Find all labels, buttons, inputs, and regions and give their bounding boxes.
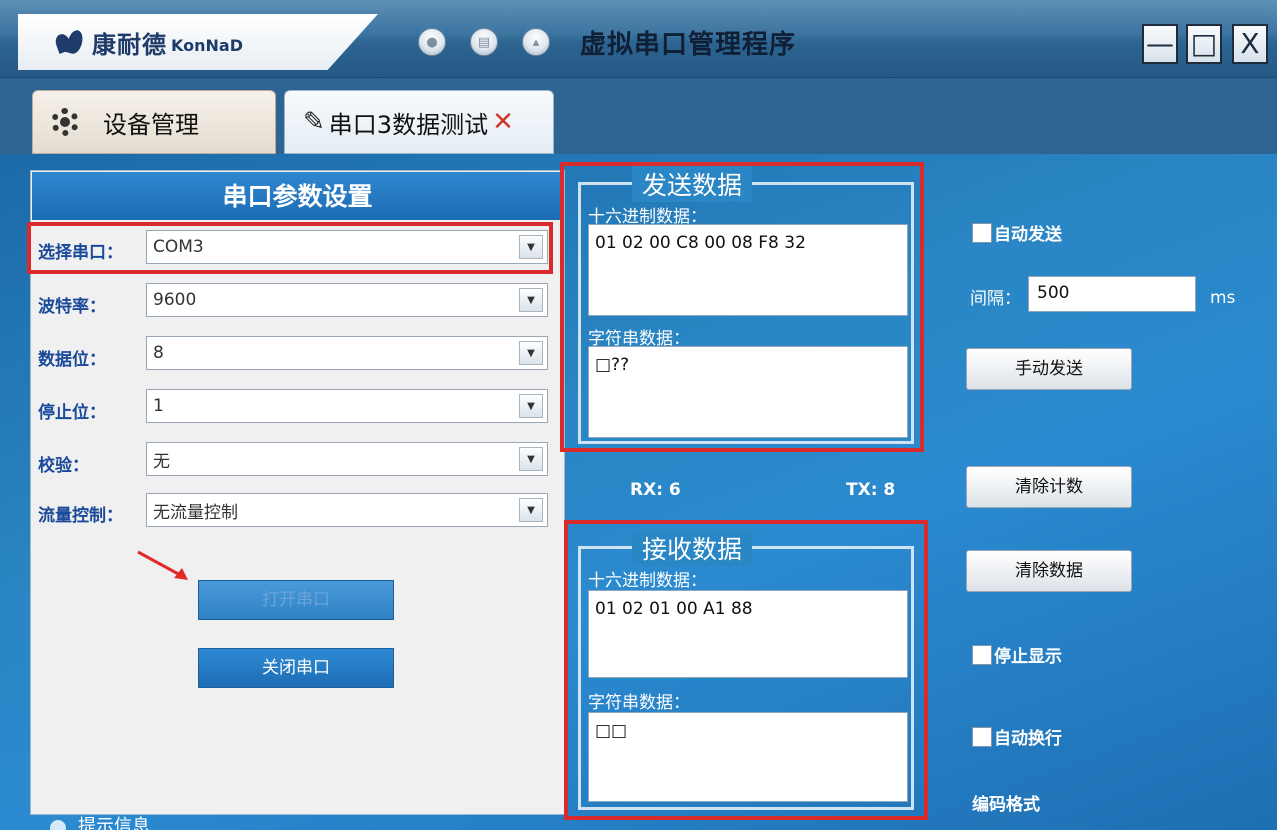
- auto-wrap-checkbox[interactable]: 自动换行: [972, 724, 1062, 749]
- tab-device-management[interactable]: 设备管理: [32, 90, 276, 154]
- baud-label: 波特率：: [38, 297, 106, 317]
- port-label: 选择串口：: [38, 243, 123, 263]
- chevron-down-icon[interactable]: ▼: [519, 498, 543, 522]
- stop-bits-value: 1: [153, 396, 164, 416]
- interval-unit: ms: [1210, 288, 1236, 308]
- clear-count-button[interactable]: 清除计数: [966, 466, 1132, 508]
- receive-str-label: 字符串数据：: [588, 693, 690, 713]
- checkbox-box[interactable]: [972, 222, 992, 243]
- send-title: 发送数据: [632, 166, 753, 202]
- parity-value: 无: [153, 451, 170, 472]
- maximize-button[interactable]: □: [1186, 24, 1222, 64]
- stop-display-label: 停止显示: [994, 647, 1062, 667]
- parity-select[interactable]: 无 ▼: [146, 442, 548, 476]
- lock-icon[interactable]: ▴: [522, 28, 550, 56]
- logo-english: KonNaD: [171, 35, 243, 55]
- port-value: COM3: [153, 237, 204, 257]
- parity-label: 校验：: [38, 456, 89, 476]
- interval-label: 间隔：: [970, 289, 1021, 309]
- tab-label: 串口3数据测试: [328, 110, 489, 139]
- flow-control-value: 无流量控制: [153, 502, 238, 523]
- stop-bits-label: 停止位：: [38, 403, 106, 423]
- flow-control-select[interactable]: 无流量控制 ▼: [146, 493, 548, 527]
- interval-input[interactable]: 500: [1028, 276, 1196, 312]
- close-tab-icon[interactable]: ✕: [492, 107, 514, 137]
- data-bits-value: 8: [153, 343, 164, 363]
- manual-send-button[interactable]: 手动发送: [966, 348, 1132, 390]
- flow-control-label: 流量控制：: [38, 506, 123, 526]
- auto-send-checkbox[interactable]: 自动发送: [972, 220, 1062, 245]
- tab-label: 设备管理: [103, 110, 199, 139]
- gear-icon: [51, 108, 79, 136]
- data-bits-label: 数据位：: [38, 350, 106, 370]
- tab-serial-test[interactable]: ✎ 串口3数据测试 ✕: [284, 90, 554, 154]
- receive-hex-label: 十六进制数据：: [588, 571, 707, 591]
- tab-strip: 设备管理 ✎ 串口3数据测试 ✕: [0, 78, 1277, 154]
- tx-counter: TX: 8: [846, 480, 896, 500]
- checkbox-box[interactable]: [972, 726, 992, 747]
- app-title: 虚拟串口管理程序: [580, 30, 797, 60]
- baud-select[interactable]: 9600 ▼: [146, 283, 548, 317]
- baud-value: 9600: [153, 290, 197, 310]
- receive-hex-field[interactable]: 01 02 01 00 A1 88: [588, 590, 908, 678]
- rx-counter: RX: 6: [630, 480, 681, 500]
- chevron-down-icon[interactable]: ▼: [519, 235, 543, 259]
- brand-logo: 康耐德 KonNaD: [18, 14, 378, 70]
- panel-header: 串口参数设置: [32, 172, 563, 220]
- chevron-down-icon[interactable]: ▼: [519, 447, 543, 471]
- send-str-field[interactable]: □??: [588, 346, 908, 438]
- minimize-button[interactable]: —: [1142, 24, 1178, 64]
- clear-data-button[interactable]: 清除数据: [966, 550, 1132, 592]
- user-icon[interactable]: ●: [418, 28, 446, 56]
- port-select[interactable]: COM3 ▼: [146, 230, 548, 264]
- logo-icon: [53, 28, 85, 56]
- title-bar: 康耐德 KonNaD ● ▤ ▴ 虚拟串口管理程序 — □ X: [0, 0, 1277, 78]
- chevron-down-icon[interactable]: ▼: [519, 341, 543, 365]
- auto-wrap-label: 自动换行: [994, 729, 1062, 749]
- stop-bits-select[interactable]: 1 ▼: [146, 389, 548, 423]
- plug-icon: ✎: [303, 107, 325, 137]
- encoding-label: 编码格式: [972, 795, 1040, 815]
- stop-display-checkbox[interactable]: 停止显示: [972, 642, 1062, 667]
- checkbox-box[interactable]: [972, 644, 992, 665]
- info-icon: [50, 820, 66, 830]
- stack-icon[interactable]: ▤: [470, 28, 498, 56]
- data-bits-select[interactable]: 8 ▼: [146, 336, 548, 370]
- chevron-down-icon[interactable]: ▼: [519, 288, 543, 312]
- chevron-down-icon[interactable]: ▼: [519, 394, 543, 418]
- send-hex-field[interactable]: 01 02 00 C8 00 08 F8 32: [588, 224, 908, 316]
- pointer-arrow-icon: [137, 550, 188, 580]
- hint-label: 提示信息: [78, 816, 150, 830]
- open-port-button[interactable]: 打开串口: [198, 580, 394, 620]
- close-port-button[interactable]: 关闭串口: [198, 648, 394, 688]
- auto-send-label: 自动发送: [994, 225, 1062, 245]
- close-button[interactable]: X: [1232, 24, 1268, 64]
- logo-chinese: 康耐德: [92, 30, 167, 59]
- receive-str-field[interactable]: □□: [588, 712, 908, 802]
- receive-title: 接收数据: [632, 530, 753, 566]
